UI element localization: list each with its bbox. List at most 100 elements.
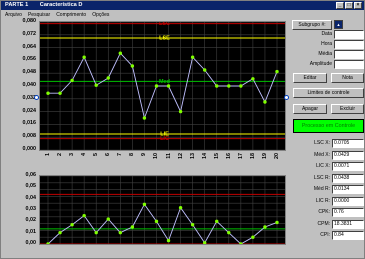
stat-label: Méd R: bbox=[313, 186, 330, 192]
subgroup-button[interactable]: Subgrupo #: bbox=[292, 20, 332, 30]
stat-value: 0.0000 bbox=[332, 196, 364, 206]
stat-label: LSC R: bbox=[313, 174, 330, 181]
data-point bbox=[94, 83, 98, 87]
data-point bbox=[190, 223, 195, 227]
range-chart bbox=[39, 175, 286, 245]
data-point bbox=[118, 230, 123, 235]
stat-value: 18.3831 bbox=[332, 219, 364, 229]
data-point bbox=[190, 55, 195, 59]
hora-label: Hora bbox=[321, 41, 332, 47]
data-point bbox=[263, 225, 267, 229]
y-tick-label: 0,000 bbox=[22, 146, 37, 152]
data-point bbox=[227, 230, 231, 235]
title-bar: PARTE 1 Característica D _ □ × bbox=[1, 1, 364, 10]
title-part: PARTE 1 bbox=[5, 2, 29, 8]
stat-label: LIC R: bbox=[315, 197, 330, 204]
x-tick-label: 3 bbox=[69, 153, 76, 156]
series-line bbox=[48, 52, 278, 120]
editar-button[interactable]: Editar bbox=[293, 73, 327, 83]
hora-field[interactable] bbox=[334, 40, 364, 49]
maximize-button[interactable]: □ bbox=[345, 2, 353, 9]
apagar-button[interactable]: Apagar bbox=[293, 104, 327, 114]
stat-value: 0.0071 bbox=[332, 162, 364, 171]
data-point bbox=[275, 220, 279, 225]
media-field[interactable] bbox=[334, 50, 364, 59]
top-chart-y-axis: 0,080 0,072 0,064 0,056 0,048 0,040 0,032 0,024… bbox=[3, 18, 37, 152]
data-point bbox=[154, 219, 159, 224]
x-tick-label: 15 bbox=[213, 153, 220, 159]
y-tick-label: 0,056 bbox=[22, 56, 37, 63]
data-point bbox=[178, 109, 183, 114]
nota-button[interactable]: Nota bbox=[331, 73, 364, 83]
stat-label: CPI: bbox=[320, 232, 330, 238]
med-label: Med bbox=[159, 79, 170, 85]
x-tick-label: 8 bbox=[129, 153, 136, 156]
data-point bbox=[275, 69, 279, 74]
data-point bbox=[178, 206, 183, 210]
stat-label: LSC X: bbox=[314, 140, 330, 146]
menu-bar: Arquivo Pesquisar Comprimento Opções bbox=[1, 11, 109, 19]
data-point bbox=[202, 68, 207, 72]
data-point bbox=[154, 84, 159, 88]
close-button[interactable]: × bbox=[354, 2, 362, 9]
minimize-button[interactable]: _ bbox=[336, 2, 344, 9]
data-point bbox=[118, 51, 123, 55]
data-point bbox=[82, 55, 86, 59]
data-point bbox=[58, 91, 62, 95]
y-tick-label: 0,05 bbox=[25, 183, 37, 190]
x-tick-label: 4 bbox=[81, 153, 88, 156]
data-point bbox=[251, 77, 255, 81]
x-tick-label: 10 bbox=[153, 153, 160, 159]
media-label: Média bbox=[318, 51, 332, 57]
left-scroll-marker[interactable] bbox=[34, 95, 39, 100]
x-tick-label: 6 bbox=[105, 153, 112, 156]
stat-value: 0.0134 bbox=[332, 185, 364, 194]
y-tick-label: 0,064 bbox=[22, 43, 37, 50]
x-tick-label: 2 bbox=[57, 153, 64, 156]
data-point bbox=[215, 84, 219, 88]
process-status-indicator[interactable]: Processo em Controle bbox=[293, 119, 364, 133]
data-point bbox=[70, 78, 74, 83]
amplitude-field[interactable] bbox=[334, 60, 364, 69]
stat-label: CPK: bbox=[318, 209, 330, 215]
menu-comprimento[interactable]: Comprimento bbox=[56, 11, 86, 19]
stat-label: CPM: bbox=[317, 220, 331, 227]
data-point bbox=[58, 230, 62, 235]
y-tick-label: 0,040 bbox=[22, 82, 37, 88]
stat-label: LIC X: bbox=[316, 163, 330, 169]
x-tick-label: 17 bbox=[237, 153, 244, 159]
x-tick-label: 12 bbox=[177, 153, 184, 159]
range-chart-svg bbox=[40, 176, 285, 244]
data-point bbox=[251, 235, 255, 239]
data-point bbox=[130, 64, 135, 68]
lic-label: LIC bbox=[160, 136, 169, 142]
y-tick-label: 0,00 bbox=[25, 240, 37, 246]
data-point bbox=[215, 219, 219, 224]
app-window: PARTE 1 Característica D _ □ × Arquivo P… bbox=[0, 0, 365, 259]
menu-opcoes[interactable]: Opções bbox=[92, 11, 109, 19]
data-field[interactable] bbox=[334, 30, 364, 39]
xbar-chart-svg: LSCLSEMedLIELIC bbox=[40, 22, 285, 150]
top-chart-x-axis: 1 2 3 4 5 6 7 8 9 10 11 12 13 14 15 16 17 18 19 20 bbox=[39, 153, 286, 169]
stat-value: 0.0429 bbox=[332, 150, 364, 160]
y-tick-label: 0,06 bbox=[25, 172, 37, 178]
data-point bbox=[130, 225, 135, 229]
excluir-button[interactable]: Excluir bbox=[331, 104, 364, 114]
right-scroll-marker[interactable] bbox=[284, 95, 289, 100]
data-point bbox=[166, 238, 171, 243]
y-tick-label: 0,008 bbox=[22, 133, 37, 140]
y-tick-label: 0,072 bbox=[22, 30, 37, 37]
x-tick-label: 14 bbox=[201, 153, 208, 159]
data-label: Data bbox=[321, 31, 332, 37]
x-tick-label: 16 bbox=[225, 153, 232, 159]
stat-label: Méd X: bbox=[314, 151, 330, 158]
stat-value: 0.84 bbox=[332, 231, 364, 240]
x-tick-label: 5 bbox=[93, 153, 100, 156]
subgroup-spinner[interactable]: ▲ bbox=[334, 20, 343, 29]
stat-value: 0.0705 bbox=[332, 139, 364, 148]
menu-arquivo[interactable]: Arquivo bbox=[5, 11, 22, 19]
data-point bbox=[142, 202, 147, 207]
limites-button[interactable]: Limites de controle bbox=[293, 88, 364, 98]
x-tick-label: 7 bbox=[117, 153, 124, 156]
amplitude-label: Amplitude bbox=[309, 61, 332, 67]
